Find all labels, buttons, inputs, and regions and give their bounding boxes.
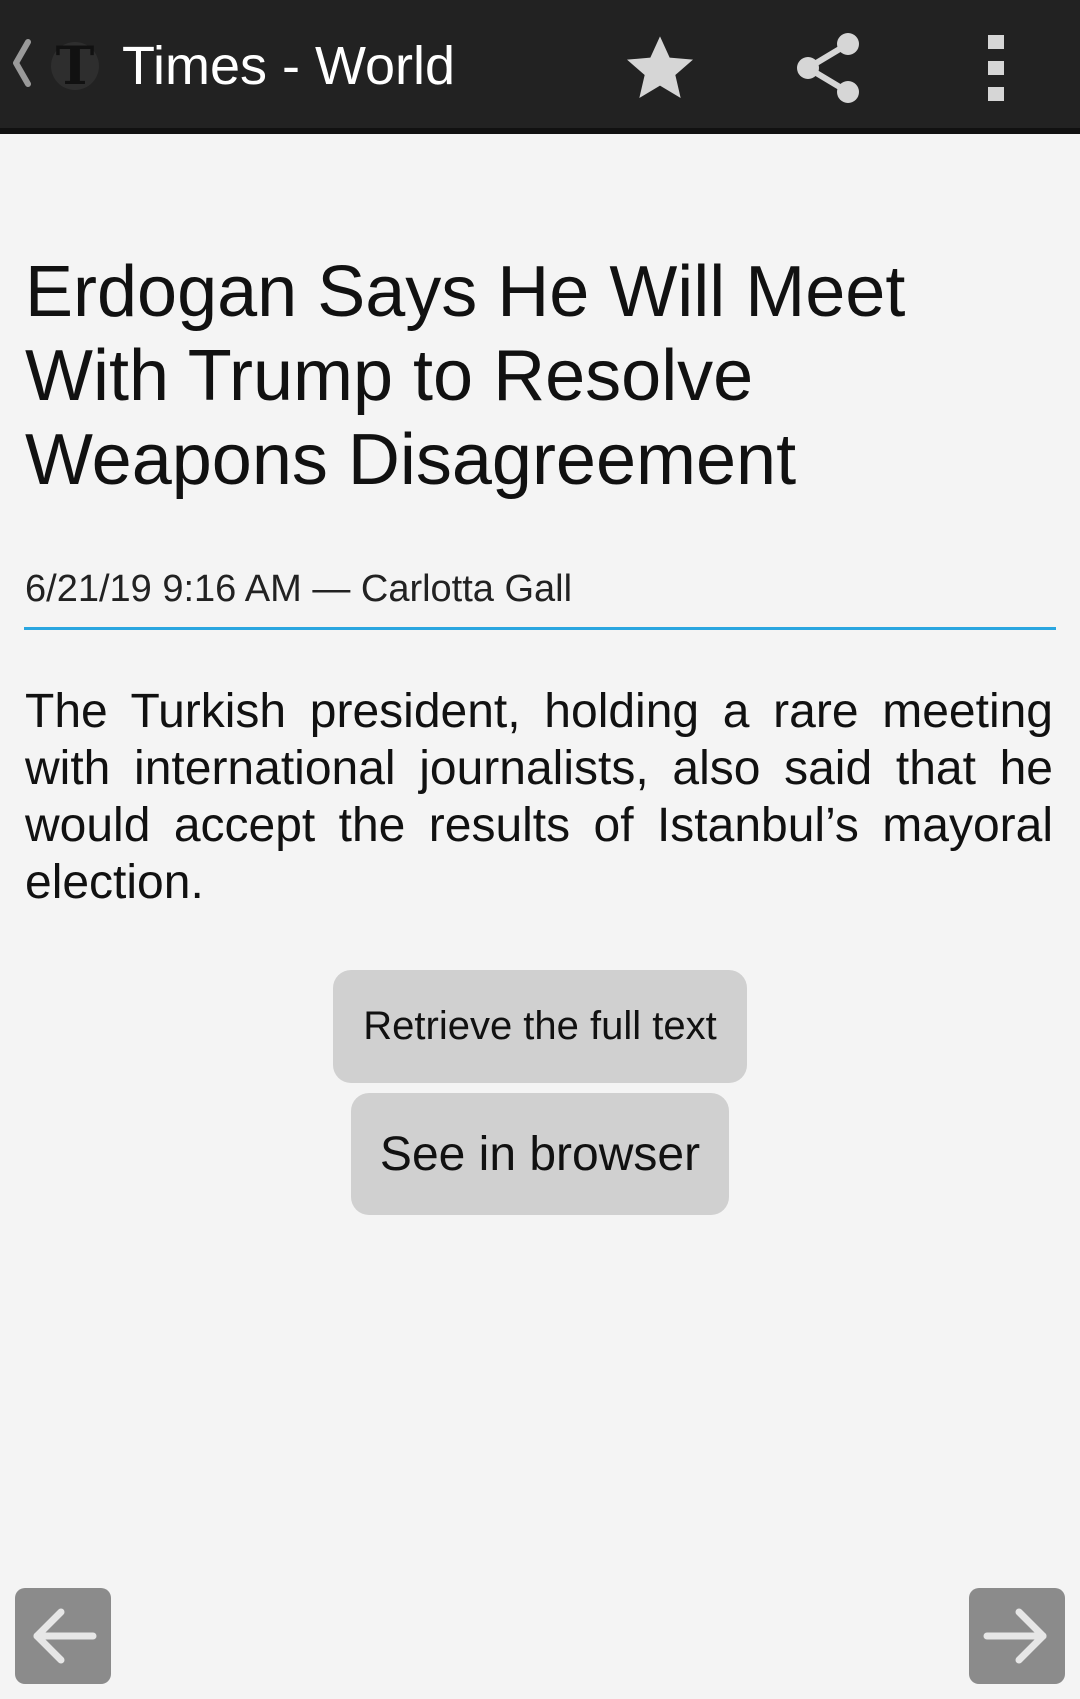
star-icon xyxy=(627,36,693,98)
share-icon xyxy=(797,33,859,103)
arrow-right-icon xyxy=(983,1608,1047,1664)
next-article-button[interactable] xyxy=(969,1588,1065,1684)
article-summary: The Turkish president, holding a rare me… xyxy=(25,685,1053,909)
more-vert-icon xyxy=(988,35,1004,101)
times-logo-icon: T xyxy=(51,36,99,96)
overflow-menu-button[interactable] xyxy=(946,20,1046,116)
app-title: Times - World xyxy=(122,36,456,96)
see-in-browser-button[interactable]: See in browser xyxy=(351,1093,729,1215)
retrieve-full-text-button[interactable]: Retrieve the full text xyxy=(333,970,747,1083)
arrow-left-icon xyxy=(33,1608,97,1664)
article-byline: 6/21/19 9:16 AM — Carlotta Gall xyxy=(25,568,573,610)
back-chevron-icon xyxy=(13,39,31,87)
article-title: Erdogan Says He Will Meet With Trump to … xyxy=(25,252,906,500)
share-button[interactable] xyxy=(778,20,878,116)
byline-divider xyxy=(24,627,1056,630)
back-button[interactable]: T xyxy=(0,0,110,128)
previous-article-button[interactable] xyxy=(15,1588,111,1684)
favorite-button[interactable] xyxy=(610,20,710,116)
app-toolbar: T Times - World xyxy=(0,0,1080,134)
svg-text:T: T xyxy=(56,36,95,96)
